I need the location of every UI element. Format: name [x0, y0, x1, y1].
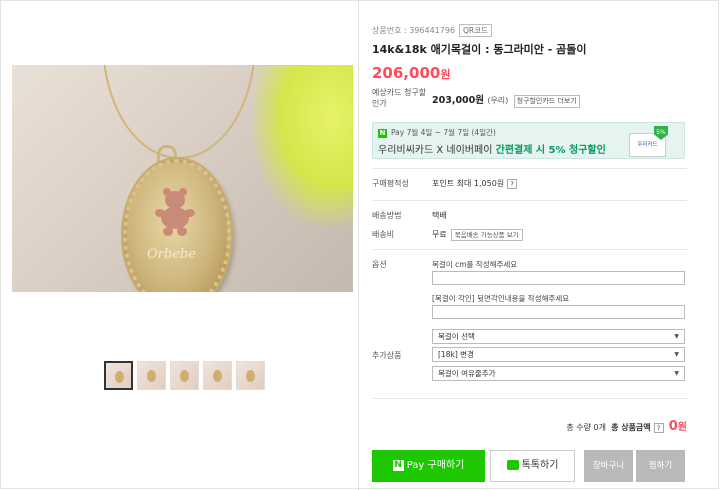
- help-icon[interactable]: ?: [507, 179, 518, 189]
- bundle-shipping-button[interactable]: 묶음배송 가능상품 보기: [450, 229, 523, 241]
- option-label: 옵션: [372, 260, 387, 269]
- banner-period: Pay 7월 4일 ~ 7월 7일 (4일간): [391, 128, 496, 137]
- image-column: Orbebe: [0, 0, 359, 490]
- qr-code-button[interactable]: QR코드: [459, 24, 492, 37]
- pendant-thumb-icon: [213, 370, 222, 382]
- help-icon[interactable]: ?: [653, 423, 664, 433]
- product-main-image: Orbebe: [12, 65, 353, 292]
- option-field2-label: [목걸이 각인] 뒷면각인내용을 작성해주세요: [432, 294, 570, 303]
- talktalk-button[interactable]: 톡톡하기: [490, 450, 575, 482]
- card-note: (우리): [487, 96, 509, 105]
- shipping-fee-text: 무료: [432, 230, 447, 239]
- chevron-down-icon: ▼: [674, 351, 679, 358]
- product-number-text: 상품번호 : 396441796: [372, 26, 456, 35]
- necklace-length-input[interactable]: [432, 271, 685, 285]
- divider: [372, 168, 687, 169]
- product-price: 206,000원: [372, 64, 450, 82]
- product-number: 상품번호 : 396441796 QR코드: [372, 24, 492, 37]
- total-amount-label: 총 상품금액: [611, 423, 651, 432]
- price-value: 206,000: [372, 64, 441, 82]
- pendant-thumb-icon: [180, 370, 189, 382]
- option-field1-label: 목걸이 cm를 작성해주세요: [432, 260, 518, 269]
- divider: [372, 398, 687, 399]
- extra-chain-select[interactable]: 목걸이 여유줄추가 ▼: [432, 366, 685, 381]
- naver-pay-icon: N: [392, 459, 404, 471]
- naver-pay-buy-button[interactable]: N Pay 구매하기: [372, 450, 485, 482]
- banner-main-text: 우리비씨카드 X 네이버페이: [378, 145, 496, 156]
- banner-highlight: 간편결제 시 5% 청구할인: [495, 145, 606, 156]
- necklace-chain: [102, 65, 256, 159]
- cart-button[interactable]: 장바구니: [584, 450, 633, 482]
- shipping-fee-label: 배송비: [372, 230, 395, 239]
- thumbnail-strip: [104, 361, 265, 391]
- necklace-select-value: 목걸이 선택: [438, 332, 475, 341]
- wish-button[interactable]: 찜하기: [636, 450, 685, 482]
- promo-banner[interactable]: N Pay 7월 4일 ~ 7월 7일 (4일간) 우리비씨카드 X 네이버페이…: [372, 122, 685, 159]
- naver-pay-icon: N: [378, 129, 387, 138]
- thumbnail-3[interactable]: [170, 361, 199, 390]
- card-discount-price: 203,000원 (우리) 청구할인카드 더보기: [432, 92, 580, 108]
- extra-chain-select-value: 목걸이 여유줄추가: [438, 369, 496, 378]
- gold-change-select-value: [18k] 변경: [438, 350, 474, 359]
- total-qty: 총 수량 0개: [566, 423, 606, 432]
- additional-product-label: 추가상품: [372, 351, 402, 360]
- total-amount-unit: 원: [677, 422, 687, 433]
- pendant-thumb-icon: [115, 371, 124, 383]
- total-summary: 총 수량 0개 총 상품금액? 0원: [566, 418, 687, 434]
- background-flower: [253, 65, 353, 225]
- shipping-method-value: 택배: [432, 211, 447, 220]
- card-price-value: 203,000원: [432, 95, 485, 106]
- talktalk-label: 톡톡하기: [521, 460, 559, 471]
- price-unit: 원: [440, 68, 451, 81]
- thumbnail-4[interactable]: [203, 361, 232, 390]
- thumbnail-2[interactable]: [137, 361, 166, 390]
- points-value: 포인트 최대 1,050원?: [432, 178, 518, 189]
- points-label: 구매평적성: [372, 179, 409, 188]
- thumbnail-1[interactable]: [104, 361, 133, 390]
- shipping-method-label: 배송방법: [372, 211, 402, 220]
- necklace-select[interactable]: 목걸이 선택 ▼: [432, 329, 685, 344]
- banner-main: 우리비씨카드 X 네이버페이 간편결제 시 5% 청구할인: [378, 141, 606, 156]
- points-text: 포인트 최대 1,050원: [432, 179, 505, 188]
- divider: [372, 200, 687, 201]
- pendant-thumb-icon: [246, 370, 255, 382]
- divider: [372, 249, 687, 250]
- pendant: Orbebe: [123, 159, 231, 292]
- naver-pay-buy-label: Pay 구매하기: [406, 460, 465, 471]
- shipping-fee-value: 무료 묶음배송 가능상품 보기: [432, 229, 523, 241]
- card-more-button[interactable]: 청구할인카드 더보기: [513, 95, 580, 108]
- card-discount-label: 예상카드 청구할인가: [372, 88, 427, 108]
- pendant-thumb-icon: [147, 370, 156, 382]
- engraving-input[interactable]: [432, 305, 685, 319]
- pendant-engraving: Orbebe: [147, 247, 196, 262]
- bear-charm-icon: [153, 188, 197, 239]
- chat-bubble-icon: [506, 460, 519, 470]
- chevron-down-icon: ▼: [674, 370, 679, 377]
- gold-change-select[interactable]: [18k] 변경 ▼: [432, 347, 685, 362]
- total-amount-value: 0: [668, 419, 678, 434]
- thumbnail-5[interactable]: [236, 361, 265, 390]
- chevron-down-icon: ▼: [674, 333, 679, 340]
- product-title: 14k&18k 애기목걸이 : 동그라미안 - 곰돌이: [372, 43, 587, 56]
